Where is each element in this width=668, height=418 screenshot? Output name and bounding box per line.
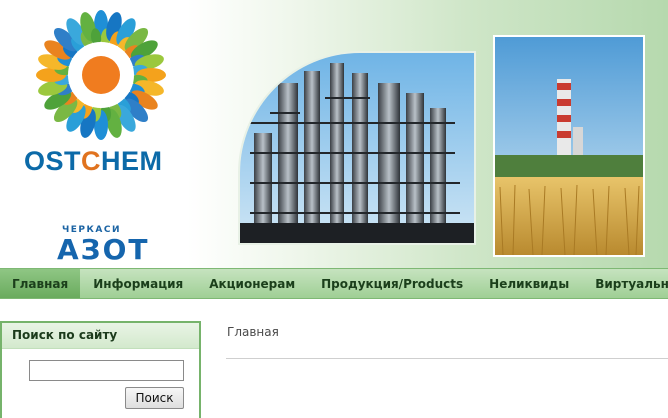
sub-brand-logo: АЗОТ	[57, 233, 150, 266]
nav-item-products[interactable]: Продукция/Products	[308, 269, 476, 298]
main-nav: Главная Информация Акционерам Продукция/…	[0, 268, 668, 299]
nav-item-shareholders[interactable]: Акционерам	[196, 269, 308, 298]
search-input[interactable]	[29, 360, 184, 381]
nav-item-virtual[interactable]: Виртуальная п	[582, 269, 668, 298]
nav-item-info[interactable]: Информация	[80, 269, 196, 298]
wheat-field-photo	[495, 37, 643, 255]
search-panel-title: Поиск по сайту	[2, 323, 199, 349]
nav-item-illiquid[interactable]: Неликвиды	[476, 269, 582, 298]
search-button[interactable]: Поиск	[125, 387, 184, 409]
breadcrumb: Главная	[227, 325, 279, 339]
site-header: OSTCHEM ЧЕРКАСИ АЗОТ	[0, 0, 668, 268]
chemical-plant-photo	[240, 53, 474, 243]
site-search-panel: Поиск по сайту Поиск	[0, 321, 201, 418]
nav-item-home[interactable]: Главная	[0, 269, 81, 298]
ostchem-flower-logo	[36, 10, 166, 140]
content-divider	[226, 358, 668, 359]
brand-wordmark: OSTCHEM	[24, 146, 163, 176]
